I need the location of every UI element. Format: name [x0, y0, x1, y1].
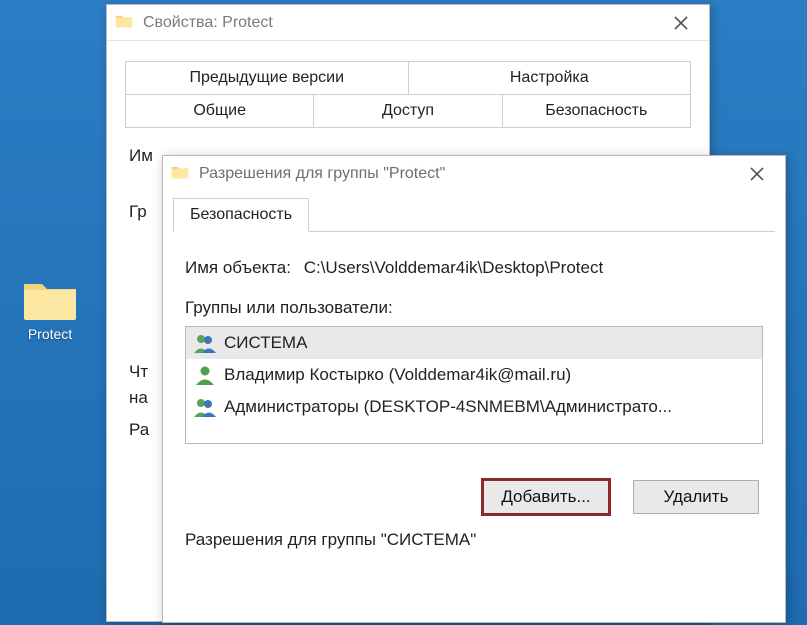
button-row: Добавить... Удалить [185, 480, 759, 514]
groups-users-label: Группы или пользователи: [185, 298, 763, 318]
list-item-label: Владимир Костырко (Volddemar4ik@mail.ru) [224, 365, 571, 385]
folder-icon [171, 165, 189, 183]
titlebar[interactable]: Разрешения для группы "Protect" [163, 156, 785, 192]
tabstrip: Безопасность [173, 198, 775, 232]
permissions-for-label: Разрешения для группы "СИСТЕМА" [185, 530, 763, 550]
tab-sharing[interactable]: Доступ [314, 95, 502, 127]
tab-customize[interactable]: Настройка [409, 62, 691, 94]
tab-security[interactable]: Безопасность [503, 95, 690, 127]
folder-icon [22, 278, 78, 322]
user-icon [194, 365, 216, 385]
add-button[interactable]: Добавить... [483, 480, 609, 514]
titlebar[interactable]: Свойства: Protect [107, 5, 709, 41]
object-name-label: Имя объекта: [185, 258, 291, 278]
close-icon[interactable] [737, 160, 777, 188]
remove-button[interactable]: Удалить [633, 480, 759, 514]
group-icon [194, 397, 216, 417]
list-item[interactable]: СИСТЕМА [186, 327, 762, 359]
list-item[interactable]: Администраторы (DESKTOP-4SNMEBM\Админист… [186, 391, 762, 423]
list-item-label: СИСТЕМА [224, 333, 307, 353]
permissions-window: Разрешения для группы "Protect" Безопасн… [162, 155, 786, 623]
list-item-label: Администраторы (DESKTOP-4SNMEBM\Админист… [224, 397, 672, 417]
group-icon [194, 333, 216, 353]
desktop-folder-label: Protect [28, 326, 72, 342]
users-listbox[interactable]: СИСТЕМА Владимир Костырко (Volddemar4ik@… [185, 326, 763, 444]
tab-general[interactable]: Общие [126, 95, 314, 127]
close-icon[interactable] [661, 9, 701, 37]
list-item[interactable]: Владимир Костырко (Volddemar4ik@mail.ru) [186, 359, 762, 391]
permissions-body: Имя объекта: C:\Users\Volddemar4ik\Deskt… [163, 232, 785, 558]
window-title: Свойства: Protect [143, 14, 651, 32]
tab-previous-versions[interactable]: Предыдущие версии [126, 62, 409, 94]
folder-icon [115, 14, 133, 32]
object-path: C:\Users\Volddemar4ik\Desktop\Protect [304, 258, 604, 277]
desktop-folder[interactable]: Protect [12, 278, 88, 342]
object-name-row: Имя объекта: C:\Users\Volddemar4ik\Deskt… [185, 258, 763, 278]
window-title: Разрешения для группы "Protect" [199, 165, 727, 183]
tab-security[interactable]: Безопасность [173, 198, 309, 232]
tabs: Предыдущие версии Настройка Общие Доступ… [125, 61, 691, 128]
